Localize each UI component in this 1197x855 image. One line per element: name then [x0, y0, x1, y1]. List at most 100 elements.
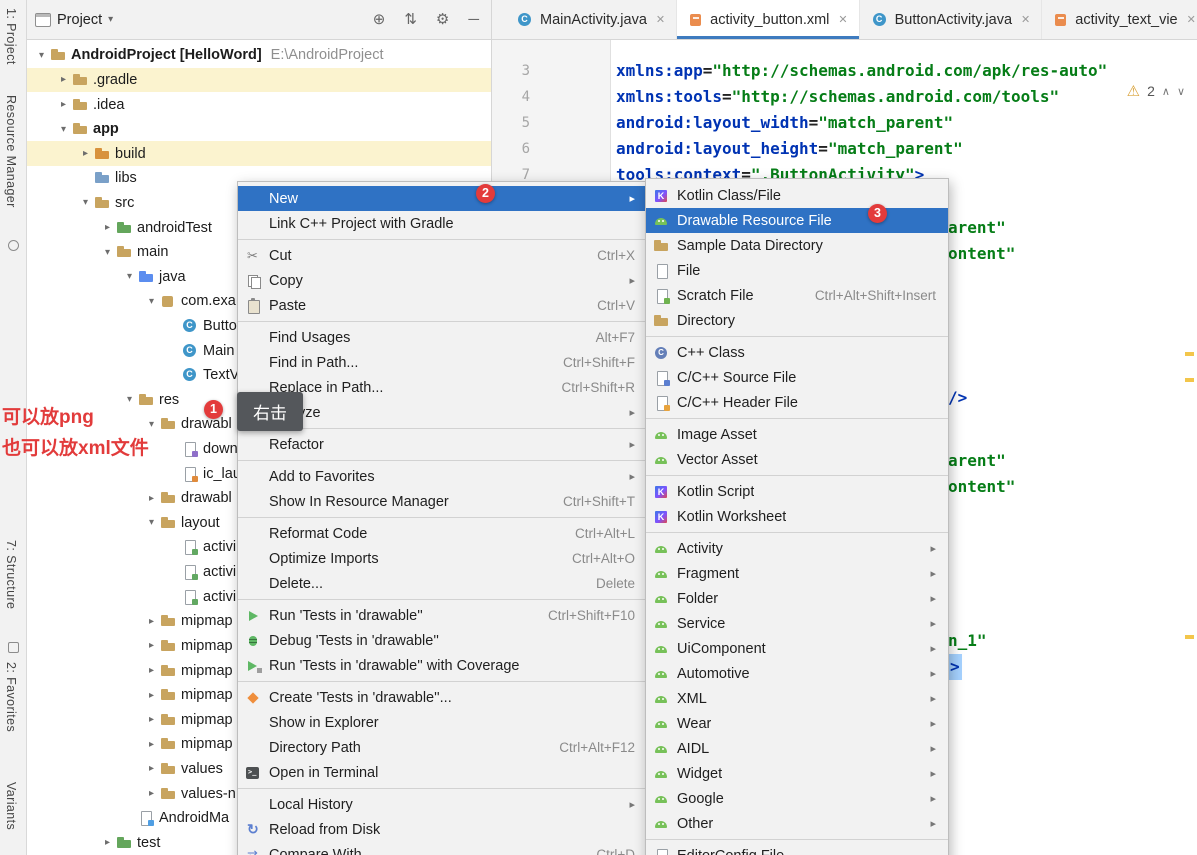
menu-item-local-history[interactable]: Local History ▸	[238, 792, 647, 817]
warning-stripe-mark[interactable]	[1185, 378, 1194, 382]
stripe-button-1-project[interactable]: 1: Project	[4, 8, 18, 65]
collapse-all-button[interactable]: ⇅	[404, 12, 417, 27]
close-icon[interactable]: ✕	[1187, 13, 1196, 26]
menu-item-show-in-resource-manager[interactable]: Show In Resource Manager Ctrl+Shift+T	[238, 489, 647, 514]
menu-item-optimize-imports[interactable]: Optimize Imports Ctrl+Alt+O	[238, 546, 647, 571]
tab-mainactivity-java[interactable]: MainActivity.java ✕	[505, 0, 678, 39]
menu-item-create-tests-in-drawable[interactable]: Create 'Tests in 'drawable''...	[238, 685, 647, 710]
chevron-down-icon[interactable]: ▾	[144, 517, 159, 528]
menu-item-uicomponent[interactable]: UiComponent ▸	[646, 636, 948, 661]
menu-item-add-to-favorites[interactable]: Add to Favorites ▸	[238, 464, 647, 489]
menu-item-refactor[interactable]: Refactor ▸	[238, 432, 647, 457]
tree-item-build[interactable]: ▸ build	[27, 141, 491, 167]
menu-item-reload-from-disk[interactable]: Reload from Disk	[238, 817, 647, 842]
menu-item-widget[interactable]: Widget ▸	[646, 761, 948, 786]
menu-item-directory-path[interactable]: Directory Path Ctrl+Alt+F12	[238, 735, 647, 760]
chevron-right-icon[interactable]: ▸	[144, 763, 159, 774]
chevron-right-icon[interactable]: ▸	[144, 714, 159, 725]
settings-button[interactable]: ⚙	[436, 12, 449, 27]
menu-item-delete[interactable]: Delete... Delete	[238, 571, 647, 596]
menu-item-google[interactable]: Google ▸	[646, 786, 948, 811]
menu-item-c-class[interactable]: C++ Class	[646, 340, 948, 365]
menu-item-find-in-path[interactable]: Find in Path... Ctrl+Shift+F	[238, 350, 647, 375]
menu-item-automotive[interactable]: Automotive ▸	[646, 661, 948, 686]
menu-item-link-c-project-with-gradle[interactable]: Link C++ Project with Gradle	[238, 211, 647, 236]
tree-item-app[interactable]: ▾ app	[27, 117, 491, 142]
menu-item-compare-with[interactable]: Compare With... Ctrl+D	[238, 842, 647, 855]
menu-item-open-in-terminal[interactable]: Open in Terminal	[238, 760, 647, 785]
chevron-right-icon[interactable]: ▸	[144, 665, 159, 676]
stripe-button-7-structure[interactable]: 7: Structure	[4, 540, 18, 609]
prev-issue-button[interactable]: ∧	[1162, 85, 1170, 98]
menu-item-vector-asset[interactable]: Vector Asset	[646, 447, 948, 472]
chevron-right-icon[interactable]: ▸	[144, 788, 159, 799]
menu-item-folder[interactable]: Folder ▸	[646, 586, 948, 611]
chevron-right-icon[interactable]: ▸	[78, 148, 93, 159]
menu-item-debug-tests-in-drawable[interactable]: Debug 'Tests in 'drawable''	[238, 628, 647, 653]
menu-item-xml[interactable]: XML ▸	[646, 686, 948, 711]
menu-item-show-in-explorer[interactable]: Show in Explorer	[238, 710, 647, 735]
warning-stripe-mark[interactable]	[1185, 635, 1194, 639]
menu-item-drawable-resource-file[interactable]: Drawable Resource File	[646, 208, 948, 233]
tree-item-androidproject-helloword[interactable]: ▾ AndroidProject [HelloWord] E:\AndroidPro…	[27, 43, 491, 68]
menu-item-run-tests-in-drawable[interactable]: Run 'Tests in 'drawable'' Ctrl+Shift+F10	[238, 603, 647, 628]
menu-item-kotlin-script[interactable]: Kotlin Script	[646, 479, 948, 504]
stripe-button-2-favorites[interactable]: 2: Favorites	[4, 662, 18, 732]
chevron-down-icon[interactable]: ▾	[108, 14, 113, 25]
menu-item-file[interactable]: File	[646, 258, 948, 283]
menu-item-image-asset[interactable]: Image Asset	[646, 422, 948, 447]
chevron-down-icon[interactable]: ▾	[56, 124, 71, 135]
chevron-down-icon[interactable]: ▾	[78, 197, 93, 208]
menu-item-new[interactable]: New ▸	[238, 186, 647, 211]
menu-item-directory[interactable]: Directory	[646, 308, 948, 333]
chevron-down-icon[interactable]: ▾	[122, 394, 137, 405]
chevron-right-icon[interactable]: ▸	[144, 493, 159, 504]
chevron-right-icon[interactable]: ▸	[100, 837, 115, 848]
menu-item-scratch-file[interactable]: Scratch File Ctrl+Alt+Shift+Insert	[646, 283, 948, 308]
close-icon[interactable]: ✕	[656, 13, 665, 26]
menu-item-activity[interactable]: Activity ▸	[646, 536, 948, 561]
menu-item-wear[interactable]: Wear ▸	[646, 711, 948, 736]
menu-item-cut[interactable]: Cut Ctrl+X	[238, 243, 647, 268]
chevron-down-icon[interactable]: ▾	[144, 419, 159, 430]
chevron-right-icon[interactable]: ▸	[144, 640, 159, 651]
close-icon[interactable]: ✕	[838, 13, 847, 26]
menu-item-service[interactable]: Service ▸	[646, 611, 948, 636]
chevron-down-icon[interactable]: ▾	[100, 247, 115, 258]
tree-item-gradle[interactable]: ▸ .gradle	[27, 67, 491, 93]
menu-item-run-tests-in-drawable-with-coverage[interactable]: Run 'Tests in 'drawable'' with Coverage	[238, 653, 647, 678]
menu-item-fragment[interactable]: Fragment ▸	[646, 561, 948, 586]
chevron-down-icon[interactable]: ▾	[144, 296, 159, 307]
next-issue-button[interactable]: ∨	[1177, 85, 1185, 98]
tab-activity-button-xml[interactable]: activity_button.xml ✕	[677, 0, 860, 39]
close-icon[interactable]: ✕	[1021, 13, 1030, 26]
menu-item-copy[interactable]: Copy ▸	[238, 268, 647, 293]
menu-item-sample-data-directory[interactable]: Sample Data Directory	[646, 233, 948, 258]
tab-buttonactivity-java[interactable]: ButtonActivity.java ✕	[860, 0, 1043, 39]
hide-panel-button[interactable]: ─	[468, 12, 479, 27]
chevron-down-icon[interactable]: ▾	[34, 50, 49, 61]
menu-item-reformat-code[interactable]: Reformat Code Ctrl+Alt+L	[238, 521, 647, 546]
menu-item-kotlin-class-file[interactable]: Kotlin Class/File	[646, 183, 948, 208]
menu-item-c-c-header-file[interactable]: C/C++ Header File	[646, 390, 948, 415]
tree-item-idea[interactable]: ▸ .idea	[27, 92, 491, 117]
stripe-button-resource-manager[interactable]: Resource Manager	[4, 95, 18, 208]
tab-activity-text-vie[interactable]: activity_text_vie ✕	[1042, 0, 1197, 39]
menu-item-other[interactable]: Other ▸	[646, 811, 948, 836]
chevron-right-icon[interactable]: ▸	[144, 616, 159, 627]
menu-item-editorconfig-file[interactable]: EditorConfig File	[646, 843, 948, 855]
menu-item-kotlin-worksheet[interactable]: Kotlin Worksheet	[646, 504, 948, 529]
project-panel-title[interactable]: Project	[57, 12, 102, 28]
chevron-down-icon[interactable]: ▾	[122, 271, 137, 282]
menu-item-paste[interactable]: Paste Ctrl+V	[238, 293, 647, 318]
chevron-right-icon[interactable]: ▸	[56, 74, 71, 85]
warning-stripe-mark[interactable]	[1185, 352, 1194, 356]
menu-item-find-usages[interactable]: Find Usages Alt+F7	[238, 325, 647, 350]
chevron-right-icon[interactable]: ▸	[144, 739, 159, 750]
locate-file-button[interactable]: ⊕	[373, 12, 386, 27]
menu-item-aidl[interactable]: AIDL ▸	[646, 736, 948, 761]
chevron-right-icon[interactable]: ▸	[100, 222, 115, 233]
chevron-right-icon[interactable]: ▸	[144, 690, 159, 701]
chevron-right-icon[interactable]: ▸	[56, 99, 71, 110]
menu-item-c-c-source-file[interactable]: C/C++ Source File	[646, 365, 948, 390]
